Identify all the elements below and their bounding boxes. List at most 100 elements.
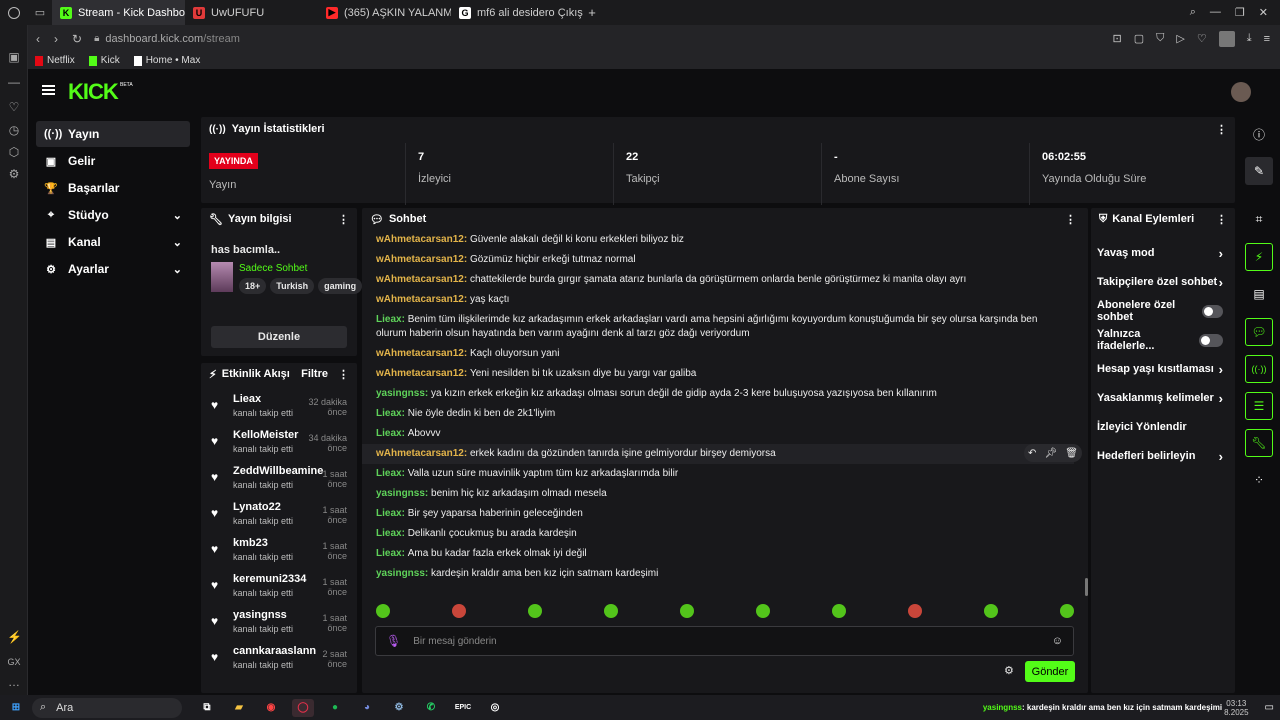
chat-username[interactable]: wAhmetacarsan12 xyxy=(376,348,464,359)
chat-username[interactable]: yasingnss xyxy=(376,488,425,499)
download-icon[interactable]: ⤓ xyxy=(1247,32,1252,45)
chat-message[interactable]: wAhmetacarsan12: yaş kaçtı xyxy=(362,290,1074,310)
task-view-icon[interactable]: ⧉ xyxy=(196,699,218,717)
edit-pencil-icon[interactable]: ✎ xyxy=(1245,157,1273,185)
channel-action-item[interactable]: Hesap yaşı kısıtlaması › xyxy=(1091,356,1235,382)
extensions-icon[interactable]: ⬡ xyxy=(7,145,21,159)
tag-chip[interactable]: 18+ xyxy=(239,278,267,294)
chat-scrollbar[interactable] xyxy=(1085,578,1088,596)
channel-action-item[interactable]: Abonelere özel sohbet xyxy=(1091,298,1235,324)
emote-icon[interactable] xyxy=(452,604,466,618)
browser-tab[interactable]: K Stream - Kick Dashboard xyxy=(52,0,185,25)
info-icon[interactable]: ⓘ xyxy=(1245,120,1273,148)
toggle-switch[interactable] xyxy=(1201,304,1223,318)
emoji-icon[interactable]: ☺ xyxy=(1052,635,1063,647)
wrench-tool-icon[interactable]: 🔧︎ xyxy=(1245,429,1273,457)
steam-icon[interactable]: ⚙ xyxy=(388,699,410,717)
chat-username[interactable]: Lieax xyxy=(376,314,402,325)
chat-message[interactable]: Lieax: Bir şey yaparsa haberinin geleceğ… xyxy=(362,504,1074,524)
new-tab-button[interactable]: + xyxy=(584,5,600,20)
info-menu-icon[interactable]: ⋮ xyxy=(338,213,349,226)
delete-icon[interactable]: 🗑︎ xyxy=(1065,448,1078,459)
nav-item[interactable]: ▣ Gelir xyxy=(36,148,190,174)
mic-icon[interactable]: 🎙︎ xyxy=(386,634,401,648)
bookmark-item[interactable]: Home • Max xyxy=(133,55,200,66)
document-icon[interactable]: ▤ xyxy=(1245,280,1273,308)
pin-icon[interactable]: 📌︎ xyxy=(1044,448,1057,459)
opera-gx-icon[interactable]: ⚡ xyxy=(7,630,22,644)
bookmark-icon[interactable]: ⊡ xyxy=(1112,32,1121,45)
chat-message[interactable]: Lieax: Ama bu kadar fazla erkek olmak iy… xyxy=(362,544,1074,564)
hamburger-menu-icon[interactable] xyxy=(42,85,55,95)
chat-message[interactable]: wAhmetacarsan12: erkek kadını da gözünde… xyxy=(362,444,1074,464)
chat-username[interactable]: Lieax xyxy=(376,468,402,479)
filter-button[interactable]: Filtre xyxy=(301,368,328,380)
channel-action-item[interactable]: Takipçilere özel sohbet › xyxy=(1091,269,1235,295)
kick-logo[interactable]: KICK xyxy=(68,79,119,105)
maximize-icon[interactable]: ❐ xyxy=(1235,6,1245,19)
wallet-icon[interactable]: ▣ xyxy=(7,50,21,64)
browser-logo-icon[interactable] xyxy=(0,6,28,19)
emote-icon[interactable] xyxy=(908,604,922,618)
channel-action-item[interactable]: Yalnızca ifadelerle... xyxy=(1091,327,1235,353)
more-icon[interactable]: … xyxy=(7,675,21,689)
minimize-icon[interactable]: — xyxy=(1210,6,1221,19)
reply-icon[interactable]: ↶ xyxy=(1028,448,1036,459)
spotify-icon[interactable]: ● xyxy=(324,699,346,717)
heart-icon[interactable]: ♡ xyxy=(1197,32,1207,45)
chat-username[interactable]: wAhmetacarsan12 xyxy=(376,368,464,379)
chat-message[interactable]: wAhmetacarsan12: Yeni nesilden bi tık uz… xyxy=(362,364,1074,384)
obs-icon[interactable]: ◎ xyxy=(484,699,506,717)
taskbar-search[interactable]: ⌕ Ara xyxy=(32,697,182,718)
tag-chip[interactable]: gaming xyxy=(318,278,363,294)
chat-message[interactable]: wAhmetacarsan12: chattekilerde burda gır… xyxy=(362,270,1074,290)
epic-games-icon[interactable]: EPIC xyxy=(452,699,474,717)
whatsapp-icon[interactable]: ✆ xyxy=(420,699,442,717)
chat-username[interactable]: Lieax xyxy=(376,508,402,519)
chat-username[interactable]: Lieax xyxy=(376,428,402,439)
send-button[interactable]: Gönder xyxy=(1025,661,1075,682)
nav-item[interactable]: ⚙ Ayarlar ⌄ xyxy=(36,256,190,282)
emote-icon[interactable] xyxy=(984,604,998,618)
emote-icon[interactable] xyxy=(680,604,694,618)
chat-input[interactable]: 🎙︎ Bir mesaj gönderin ☺ xyxy=(375,626,1074,656)
emote-icon[interactable] xyxy=(756,604,770,618)
chat-message[interactable]: wAhmetacarsan12: Güvenle alakalı değil k… xyxy=(362,230,1074,250)
nav-item[interactable]: ▤ Kanal ⌄ xyxy=(36,229,190,255)
chat-message[interactable]: Lieax: Benim tüm ilişkilerimde kız arkad… xyxy=(362,310,1074,344)
windows-start-icon[interactable]: ⊞ xyxy=(5,699,27,717)
chat-message[interactable]: Lieax: Nie öyle dedin ki ben de 2k1'liyi… xyxy=(362,404,1074,424)
discord-icon[interactable]: ◕ xyxy=(356,699,378,717)
chat-username[interactable]: wAhmetacarsan12 xyxy=(376,448,464,459)
back-icon[interactable]: ‹ xyxy=(36,32,40,46)
activity-menu-icon[interactable]: ⋮ xyxy=(338,368,349,381)
broadcast-tool-icon[interactable]: ((·)) xyxy=(1245,355,1273,383)
notification-icon[interactable]: ▭ xyxy=(1265,702,1274,713)
chat-username[interactable]: Lieax xyxy=(376,528,402,539)
chat-message[interactable]: yasingnss: ya kızın erkek erkeğin kız ar… xyxy=(362,384,1074,404)
chat-message[interactable]: yasingnss: kardeşin kraldır ama ben kız … xyxy=(362,564,1074,584)
menu-icon[interactable]: ≡ xyxy=(1264,33,1270,45)
bookmark-item[interactable]: Netflix xyxy=(35,55,75,66)
browser-tab[interactable]: U UwUFUFU xyxy=(185,0,318,25)
bookmark-item[interactable]: Kick xyxy=(88,55,120,66)
chat-username[interactable]: Lieax xyxy=(376,408,402,419)
emote-icon[interactable] xyxy=(376,604,390,618)
chat-username[interactable]: wAhmetacarsan12 xyxy=(376,254,464,265)
chat-username[interactable]: wAhmetacarsan12 xyxy=(376,294,464,305)
chat-message[interactable]: Lieax: Valla uzun süre muavinlik yaptım … xyxy=(362,464,1074,484)
search-tabs-icon[interactable]: ⌕ xyxy=(1190,6,1196,19)
bolt-tool-icon[interactable]: ⚡︎ xyxy=(1245,243,1273,271)
chat-username[interactable]: yasingnss xyxy=(376,568,425,579)
chat-username[interactable]: yasingnss xyxy=(376,388,425,399)
file-explorer-icon[interactable]: ▰ xyxy=(228,699,250,717)
shield-icon[interactable]: ⛉ xyxy=(1156,32,1164,45)
category-name[interactable]: Sadece Sohbet xyxy=(239,263,307,274)
chat-message[interactable]: Lieax: Abovvv xyxy=(362,424,1074,444)
close-window-icon[interactable]: ✕ xyxy=(1259,6,1268,19)
browser-tab[interactable]: ▶ (365) AŞKIN YALANMIŞ xyxy=(318,0,451,25)
channel-action-item[interactable]: Yasaklanmış kelimeler › xyxy=(1091,385,1235,411)
chat-message[interactable]: yasingnss: benim hiç kız arkadaşım olmad… xyxy=(362,484,1074,504)
channel-action-item[interactable]: Yavaş mod › xyxy=(1091,240,1235,266)
emote-icon[interactable] xyxy=(832,604,846,618)
